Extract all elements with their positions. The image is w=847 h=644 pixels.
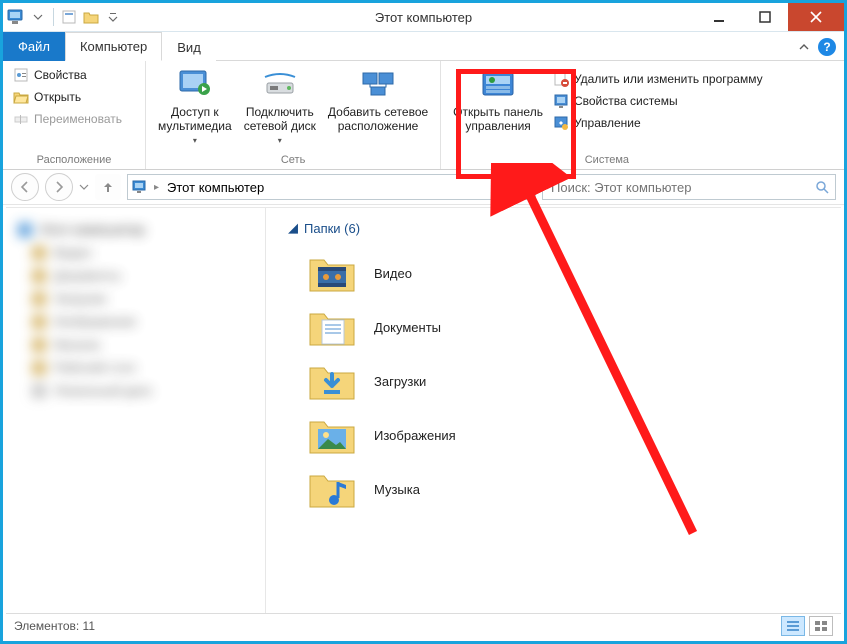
system-properties-button[interactable]: Свойства системы (549, 91, 767, 111)
close-button[interactable] (788, 3, 844, 31)
group-location-label: Расположение (9, 152, 139, 168)
folders-section-header[interactable]: ◢ Папки (6) (288, 220, 829, 236)
this-pc-icon (7, 8, 25, 26)
address-dropdown-icon[interactable] (493, 182, 503, 192)
qat-dropdown-icon[interactable] (104, 8, 122, 26)
media-access-button[interactable]: Доступ к мультимедиа ▾ (152, 63, 238, 148)
minimize-button[interactable] (696, 3, 742, 31)
chevron-down-icon: ▾ (193, 134, 197, 148)
folder-label: Видео (374, 266, 412, 281)
folder-label: Музыка (374, 482, 420, 497)
breadcrumb-chevron-icon[interactable]: ▸ (154, 182, 159, 193)
control-panel-icon (481, 67, 515, 101)
quick-access-dropdown[interactable] (29, 8, 47, 26)
media-icon (178, 67, 212, 101)
view-details-button[interactable] (781, 616, 805, 636)
nav-back-button[interactable] (11, 173, 39, 201)
folder-label: Изображения (374, 428, 456, 443)
folder-item[interactable]: Загрузки (278, 354, 829, 408)
folder-label: Загрузки (374, 374, 426, 389)
qat-new-folder-icon[interactable] (82, 8, 100, 26)
add-network-location-button[interactable]: Добавить сетевое расположение (322, 63, 434, 133)
properties-button[interactable]: Свойства (9, 65, 126, 85)
qat-properties-icon[interactable] (60, 8, 78, 26)
folder-documents-icon (308, 306, 356, 348)
search-box[interactable] (542, 174, 836, 200)
search-input[interactable] (549, 179, 809, 196)
folder-item[interactable]: Видео (278, 246, 829, 300)
rename-button: Переименовать (9, 109, 126, 129)
nav-forward-button[interactable] (45, 173, 73, 201)
tab-computer[interactable]: Компьютер (65, 32, 162, 61)
help-icon[interactable]: ? (818, 38, 836, 56)
folder-item[interactable]: Документы (278, 300, 829, 354)
folder-downloads-icon (308, 360, 356, 402)
folder-item[interactable]: Музыка (278, 462, 829, 516)
refresh-icon[interactable] (509, 180, 531, 194)
map-drive-button[interactable]: Подключить сетевой диск ▾ (238, 63, 322, 148)
this-pc-icon (132, 180, 148, 194)
manage-button[interactable]: Управление (549, 113, 767, 133)
tab-file[interactable]: Файл (3, 32, 65, 61)
status-item-count: Элементов: 11 (14, 619, 95, 633)
nav-history-dropdown[interactable] (79, 182, 89, 192)
folder-pictures-icon (308, 414, 356, 456)
content-pane[interactable]: ◢ Папки (6) Видео Документы Загрузки Изо… (266, 208, 841, 614)
drive-icon (263, 67, 297, 101)
address-bar[interactable]: ▸ (127, 174, 536, 200)
open-button[interactable]: Открыть (9, 87, 126, 107)
folder-music-icon (308, 468, 356, 510)
chevron-down-icon: ▾ (278, 134, 282, 148)
collapse-arrow-icon[interactable]: ◢ (288, 220, 298, 236)
group-network-label: Сеть (152, 152, 434, 168)
nav-up-button[interactable] (95, 174, 121, 200)
open-control-panel-button[interactable]: Открыть панель управления (447, 63, 549, 133)
uninstall-program-button[interactable]: Удалить или изменить программу (549, 69, 767, 89)
folder-item[interactable]: Изображения (278, 408, 829, 462)
folder-videos-icon (308, 252, 356, 294)
folder-label: Документы (374, 320, 441, 335)
maximize-button[interactable] (742, 3, 788, 31)
navigation-pane[interactable]: Этот компьютер Видео Документы Загрузки … (6, 208, 266, 614)
search-icon[interactable] (815, 180, 829, 194)
address-input[interactable] (165, 179, 487, 196)
network-location-icon (361, 67, 395, 101)
tab-view[interactable]: Вид (162, 33, 216, 61)
group-system-label: Система (447, 152, 766, 168)
view-large-icons-button[interactable] (809, 616, 833, 636)
ribbon-collapse-icon[interactable] (798, 41, 810, 53)
